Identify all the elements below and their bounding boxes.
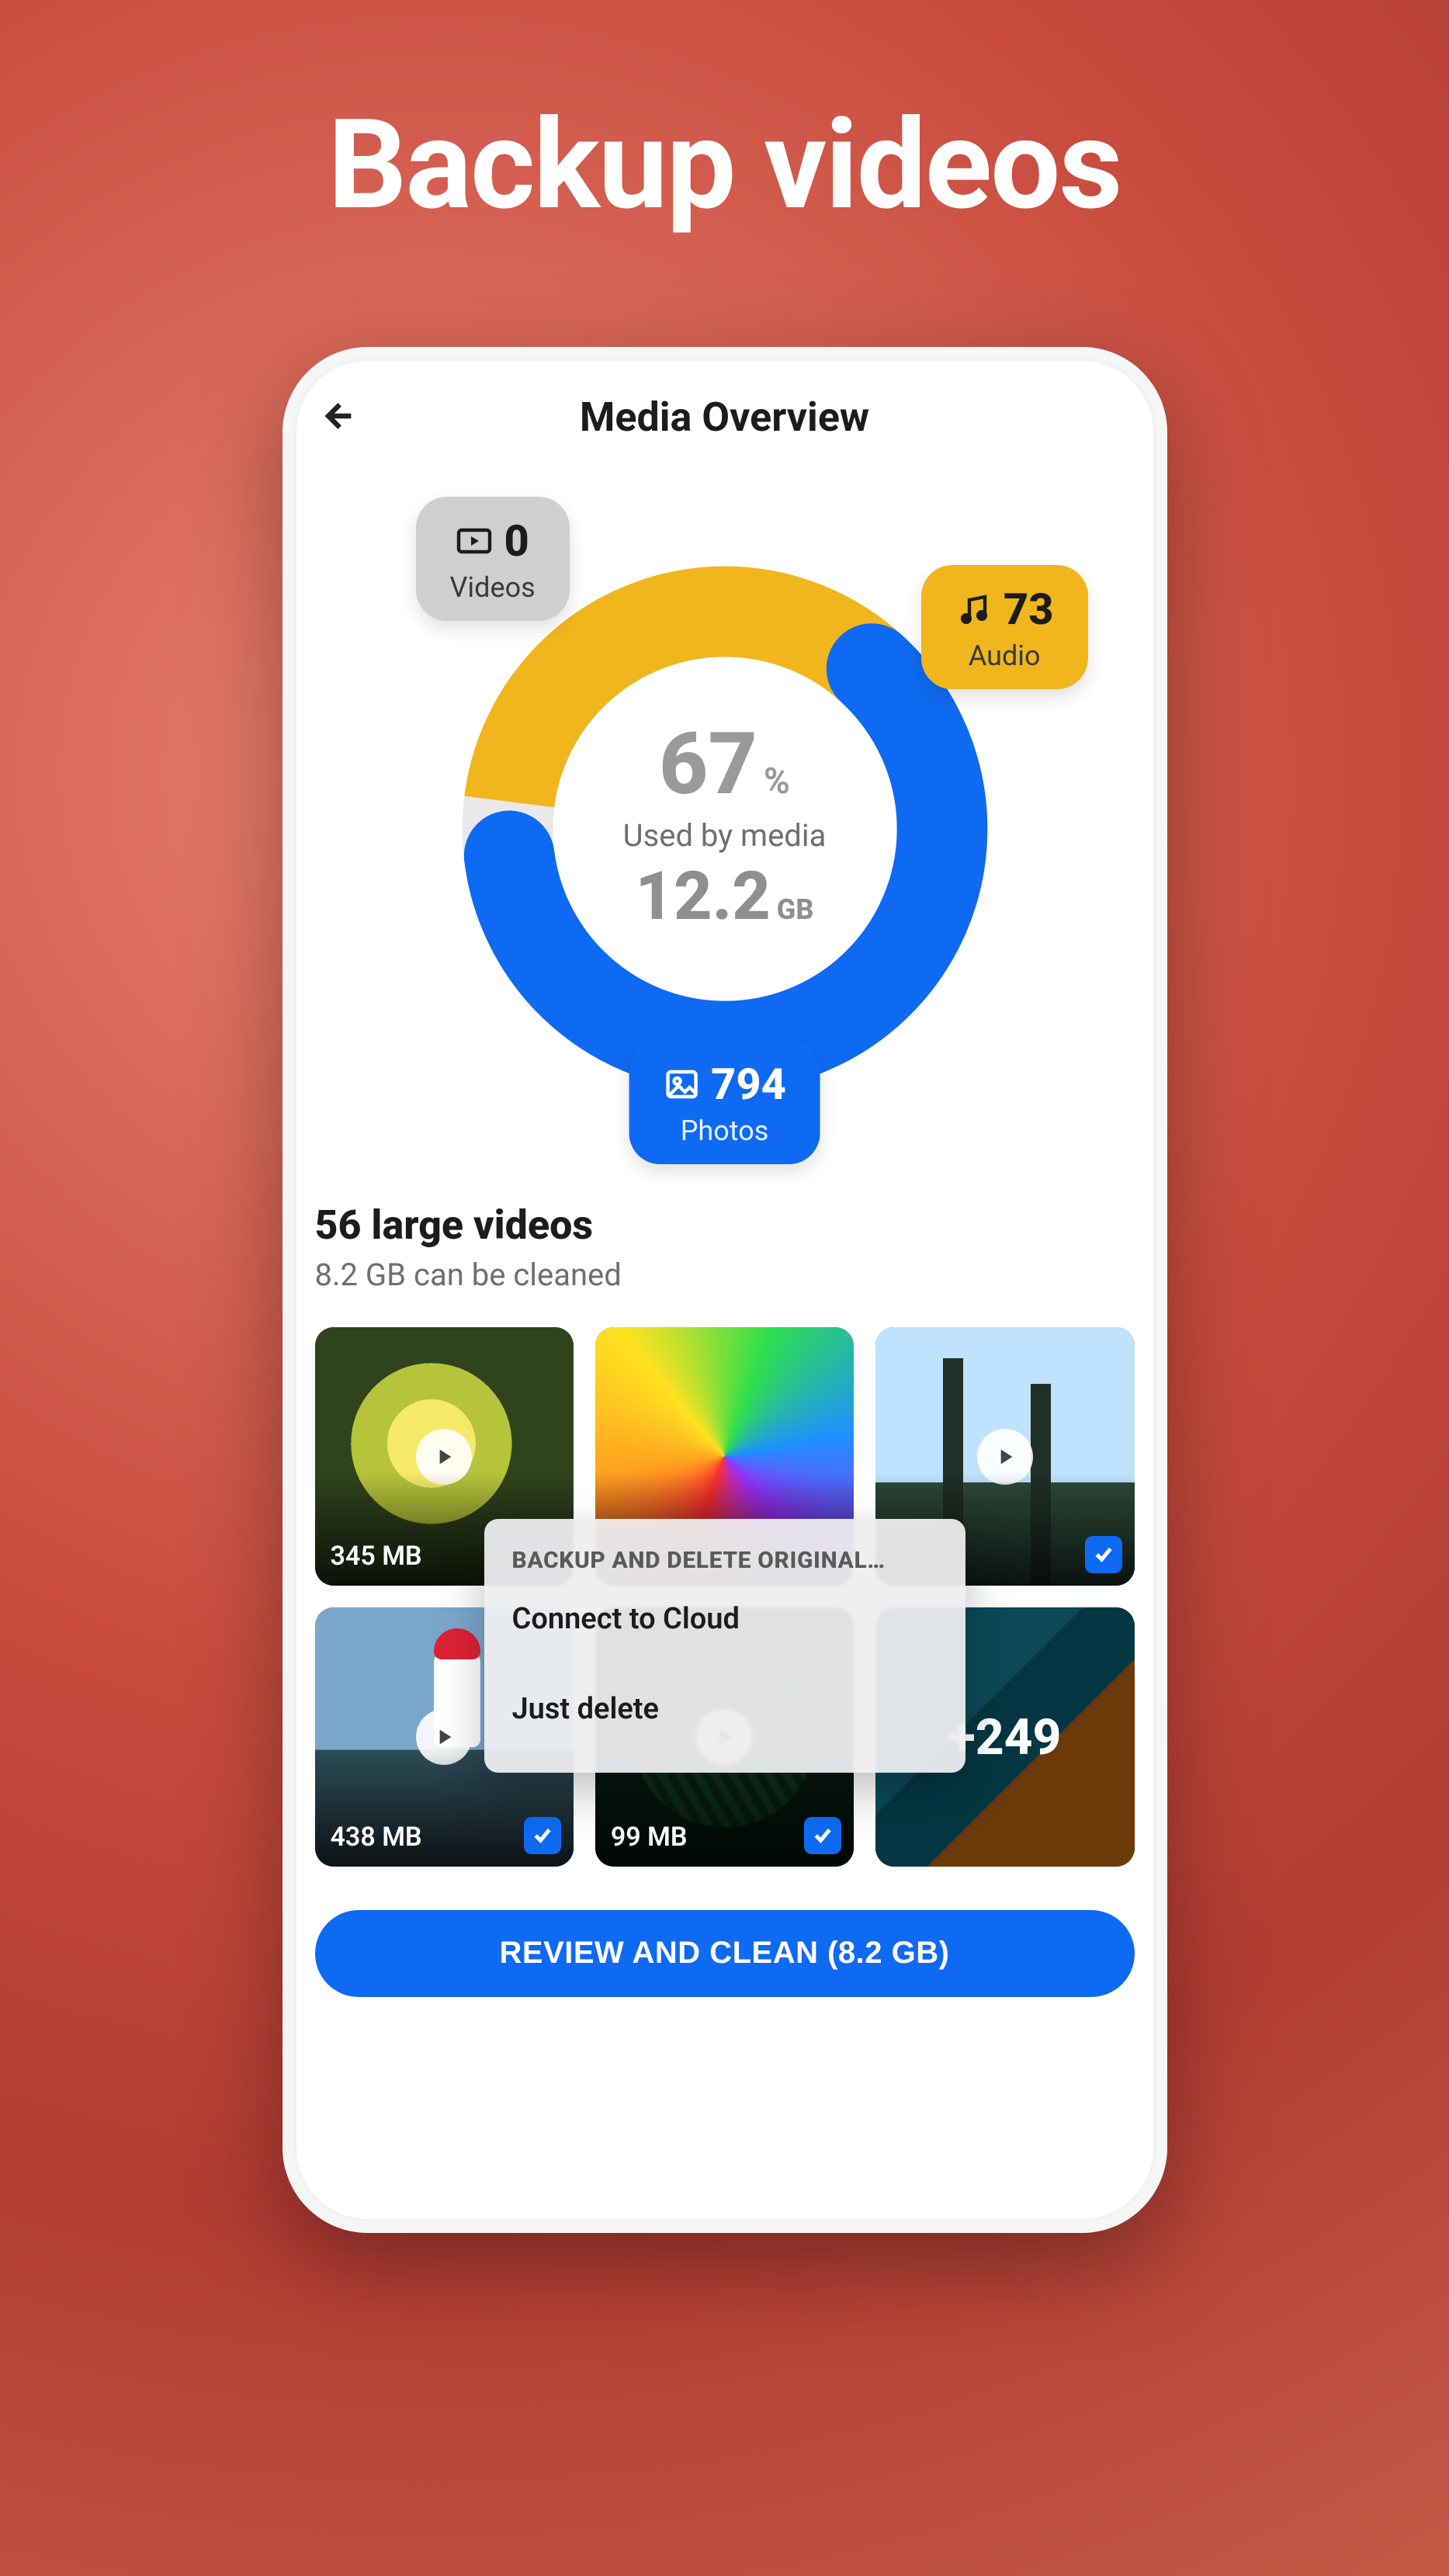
checkbox-checked[interactable] [524,1817,561,1854]
promo-title: Backup videos [328,93,1121,238]
used-size-unit: GB [777,893,814,926]
popup-just-delete[interactable]: Just delete [512,1664,938,1754]
used-size: 12.2 [636,857,771,935]
backup-delete-popup: BACKUP AND DELETE ORIGINAL… Connect to C… [484,1519,965,1773]
video-icon [456,522,493,560]
badge-photos-label: Photos [663,1115,786,1147]
section-subtitle: 8.2 GB can be cleaned [315,1257,1135,1293]
tile-size: 99 MB [611,1822,688,1853]
app-header: Media Overview [315,394,1135,441]
media-donut-chart: 67 % Used by media 12.2 GB 0 Videos [315,487,1135,1170]
used-label: Used by media [623,817,827,854]
badge-photos[interactable]: 794 Photos [629,1040,820,1164]
checkbox-checked[interactable] [1085,1536,1122,1573]
badge-audio[interactable]: 73 Audio [921,565,1088,689]
donut-center: 67 % Used by media 12.2 GB [623,714,827,935]
percent-symbol: % [764,761,790,803]
badge-videos[interactable]: 0 Videos [416,497,570,621]
badge-photos-count: 794 [711,1059,786,1110]
used-percent: 67 [659,714,757,814]
tile-size: 438 MB [331,1822,422,1853]
page-title: Media Overview [315,394,1135,441]
popup-connect-cloud[interactable]: Connect to Cloud [512,1574,938,1664]
music-icon [955,591,993,628]
checkbox-checked[interactable] [804,1817,841,1854]
badge-videos-count: 0 [504,515,529,567]
badge-audio-label: Audio [955,640,1054,672]
badge-audio-count: 73 [1004,584,1054,635]
image-icon [663,1066,700,1103]
review-clean-button[interactable]: REVIEW AND CLEAN (8.2 GB) [315,1910,1135,1997]
phone-mockup: Media Overview 67 % Used by media 12.2 G… [283,347,1167,2233]
section-title: 56 large videos [315,1201,1135,1249]
badge-videos-label: Videos [450,571,536,604]
tile-size: 345 MB [331,1541,422,1572]
popup-title: BACKUP AND DELETE ORIGINAL… [512,1547,938,1574]
